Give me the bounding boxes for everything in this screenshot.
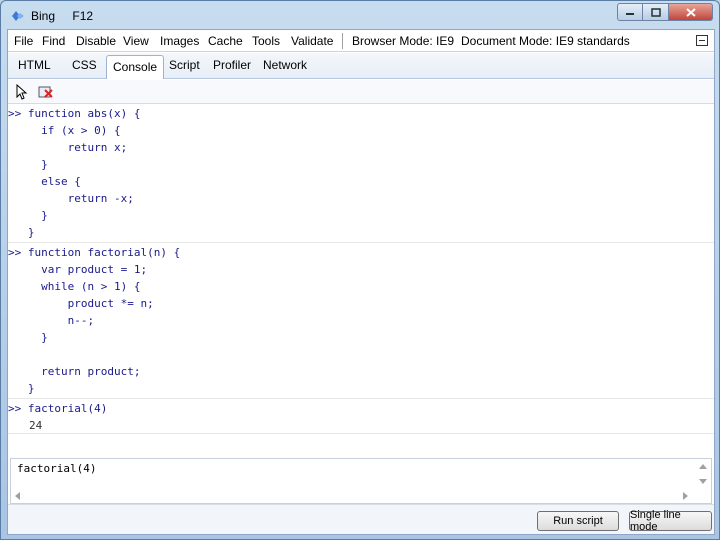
console-line: var product = 1;: [8, 263, 148, 276]
console-input[interactable]: factorial(4): [10, 458, 712, 504]
menu-bar: File Find Disable View Images Cache Tool…: [8, 30, 714, 52]
single-line-mode-button[interactable]: Single line mode: [629, 509, 712, 533]
console-action-bar: Run script Single line mode: [8, 504, 714, 534]
menu-validate[interactable]: Validate: [291, 34, 333, 48]
console-line: if (x > 0) {: [8, 124, 121, 137]
console-line: }: [8, 226, 35, 239]
menu-separator: [342, 33, 343, 49]
input-horizontal-scrollbar[interactable]: [11, 489, 711, 503]
document-mode-menu[interactable]: Document Mode: IE9 standards: [461, 34, 630, 48]
maximize-icon: [650, 7, 661, 17]
minimize-icon: [626, 13, 634, 15]
document-mode-label: Document Mode:: [461, 34, 553, 48]
scroll-left-icon[interactable]: [15, 492, 20, 500]
tab-css[interactable]: CSS: [72, 58, 97, 72]
console-toolbar: [8, 80, 714, 104]
console-line: return -x;: [8, 192, 134, 205]
menu-find[interactable]: Find: [42, 34, 65, 48]
browser-mode-label: Browser Mode:: [352, 34, 433, 48]
console-output[interactable]: >> function abs(x) { if (x > 0) { return…: [8, 105, 714, 457]
window-title-tool: F12: [72, 9, 94, 23]
console-line: product *= n;: [8, 297, 154, 310]
tab-profiler[interactable]: Profiler: [213, 58, 251, 72]
window-title-app: Bing: [31, 9, 56, 23]
console-line: >> factorial(4): [8, 402, 108, 415]
scroll-right-icon[interactable]: [683, 492, 688, 500]
console-line: }: [8, 382, 35, 395]
document-mode-value: IE9 standards: [555, 34, 630, 48]
console-line: while (n > 1) {: [8, 280, 141, 293]
devtools-client-area: File Find Disable View Images Cache Tool…: [7, 29, 715, 535]
console-line: }: [8, 209, 48, 222]
close-icon: [685, 7, 696, 17]
minimize-button[interactable]: [617, 3, 643, 21]
menu-file[interactable]: File: [14, 34, 33, 48]
tab-network[interactable]: Network: [263, 58, 307, 72]
menu-disable[interactable]: Disable: [76, 34, 116, 48]
run-script-button[interactable]: Run script: [537, 511, 619, 531]
f12-developer-tools-window: Bing F12 File Find Disable View Images C…: [0, 0, 720, 540]
tab-console[interactable]: Console: [106, 55, 165, 79]
scroll-up-icon[interactable]: [699, 464, 707, 469]
menu-images[interactable]: Images: [160, 34, 199, 48]
title-bar[interactable]: Bing F12: [1, 1, 719, 31]
console-line: return x;: [8, 141, 128, 154]
input-vertical-scrollbar[interactable]: [695, 459, 711, 491]
window-controls: [617, 3, 713, 23]
console-line: return product;: [8, 365, 141, 378]
ie-devtools-icon: [12, 11, 24, 21]
console-line: }: [8, 331, 48, 344]
close-button[interactable]: [669, 3, 713, 21]
tab-html[interactable]: HTML: [18, 58, 51, 72]
scroll-down-icon[interactable]: [699, 479, 707, 484]
console-line: else {: [8, 175, 81, 188]
console-entry: >> factorial(4) 24: [8, 400, 714, 434]
menu-cache[interactable]: Cache: [208, 34, 243, 48]
console-line: n--;: [8, 314, 95, 327]
menu-view[interactable]: View: [123, 34, 149, 48]
console-entry: >> function factorial(n) { var product =…: [8, 244, 714, 399]
menu-tools[interactable]: Tools: [252, 34, 280, 48]
console-line: >> function abs(x) {: [8, 107, 141, 120]
console-result: 24: [29, 419, 43, 432]
console-entry: >> function abs(x) { if (x > 0) { return…: [8, 105, 714, 243]
console-line: }: [8, 158, 48, 171]
console-line: >> function factorial(n) {: [8, 246, 181, 259]
tab-script[interactable]: Script: [169, 58, 200, 72]
browser-mode-value: IE9: [436, 34, 455, 48]
window-title: Bing F12: [31, 9, 107, 23]
minimize-panel-icon[interactable]: [696, 35, 708, 46]
select-element-icon[interactable]: [14, 84, 30, 100]
maximize-button[interactable]: [643, 3, 669, 21]
clear-console-icon[interactable]: [38, 84, 54, 100]
tab-bar: HTML CSS Console Script Profiler Network: [8, 53, 714, 79]
console-input-text: factorial(4): [17, 462, 97, 475]
browser-mode-menu[interactable]: Browser Mode: IE9: [352, 34, 454, 48]
